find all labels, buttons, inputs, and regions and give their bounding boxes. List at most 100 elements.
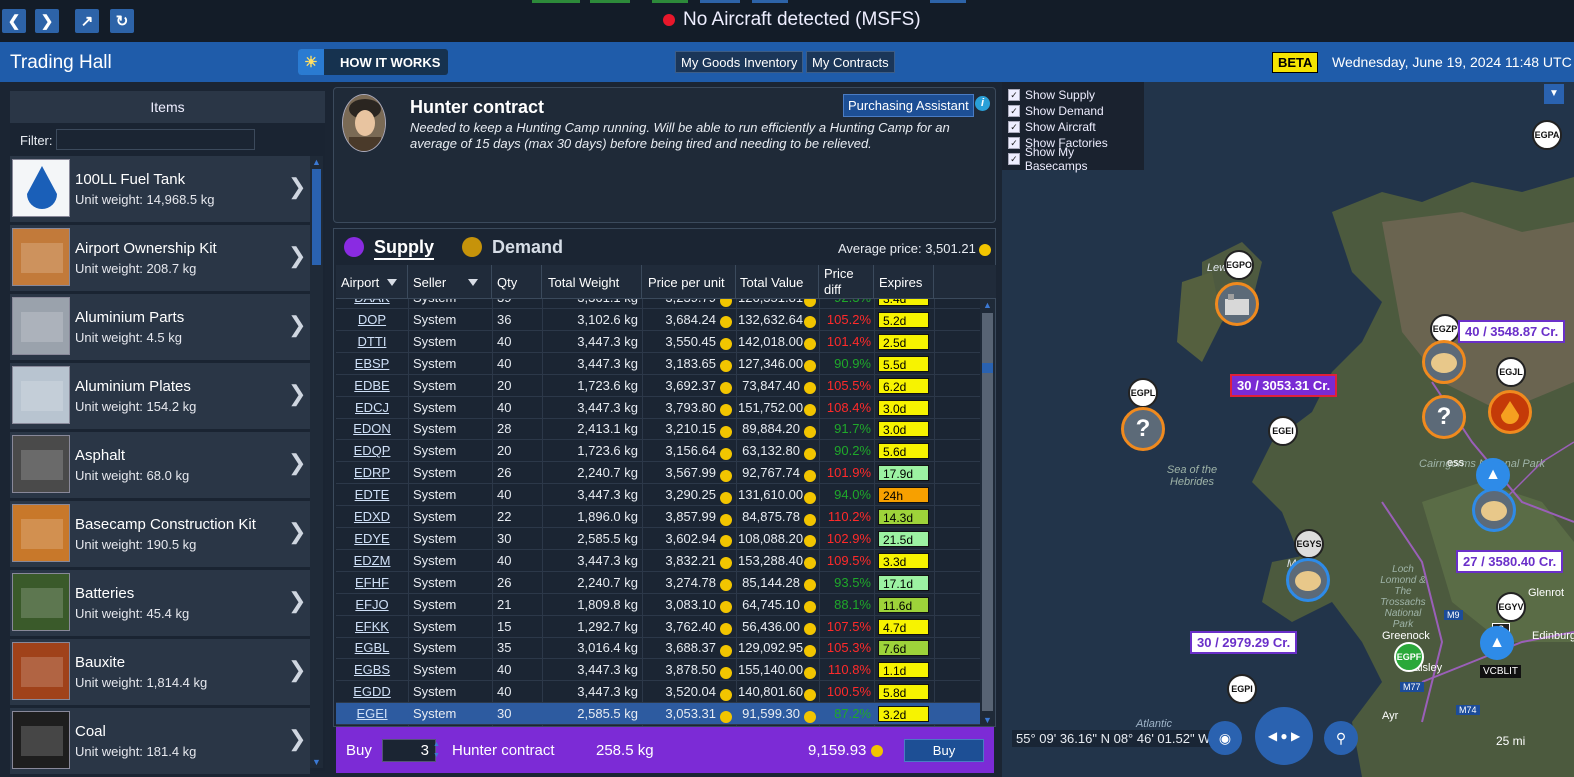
how-it-works-button[interactable]: ☀ HOW IT WORKS [298,49,448,75]
supply-marker[interactable] [1286,558,1330,602]
tab-supply[interactable]: Supply [374,237,435,260]
map-option[interactable]: ✓ Show Aircraft [1008,119,1138,135]
table-row[interactable]: EBSP System 40 3,447.3 kg 3,183.65 127,346.00… [336,353,980,375]
price-tag[interactable]: 40 / 3548.87 Cr. [1458,320,1566,343]
checkbox-checked-icon[interactable]: ✓ [1008,89,1020,101]
my-contracts-button[interactable]: My Contracts [806,51,895,73]
back-icon[interactable]: ❮ [2,9,26,33]
table-row[interactable]: EDYE System 30 2,585.5 kg 3,602.94 108,088.20… [336,528,980,550]
table-row[interactable]: EFHF System 26 2,240.7 kg 3,274.78 85,144.28 9… [336,572,980,594]
checkbox-checked-icon[interactable]: ✓ [1008,137,1020,149]
refresh-icon[interactable]: ↻ [110,9,134,33]
basecamp-icon[interactable]: ▲ [1476,458,1510,492]
checkbox-checked-icon[interactable]: ✓ [1008,153,1020,165]
info-icon[interactable]: i [975,96,990,111]
table-row[interactable]: EDBE System 20 1,723.6 kg 3,692.37 73,847.40 1… [336,375,980,397]
list-item[interactable]: Airport Ownership Kit Unit weight: 208.7 … [10,225,310,291]
map-pan-control[interactable]: ◀ ● ▶ [1255,707,1313,765]
list-item[interactable]: Batteries Unit weight: 45.4 kg ❯ [10,570,310,636]
airport-link[interactable]: EGEI [336,706,408,721]
scroll-down-icon[interactable]: ▼ [980,714,995,726]
airport-node-egjl[interactable]: EGJL [1496,357,1526,387]
table-row[interactable]: EDZM System 40 3,447.3 kg 3,832.21 153,288.40… [336,550,980,572]
chevron-right-icon[interactable]: ❯ [288,174,306,200]
filter-icon[interactable] [387,278,398,286]
table-row[interactable]: EDTE System 40 3,447.3 kg 3,290.25 131,610.00… [336,484,980,507]
map-option[interactable]: ✓ Show Supply [1008,87,1138,103]
scroll-up-icon[interactable]: ▲ [310,156,323,168]
airport-link[interactable]: EFKK [336,619,408,634]
airport-link[interactable]: DAAK [336,299,408,305]
table-row[interactable]: EDON System 28 2,413.1 kg 3,210.15 89,884.20 9… [336,418,980,441]
airport-node-egei[interactable]: EGEI [1268,416,1298,446]
table-row[interactable]: EGBL System 35 3,016.4 kg 3,688.37 129,092.95… [336,637,980,660]
quantity-stepper[interactable]: 3 [382,739,436,762]
scroll-up-icon[interactable]: ▲ [980,299,995,311]
eye-icon[interactable]: ◉ [1208,721,1242,755]
airport-link[interactable]: EGBS [336,662,408,677]
airport-link[interactable]: EDCJ [336,400,408,415]
table-row[interactable]: DTTI System 40 3,447.3 kg 3,550.45 142,018.00… [336,331,980,353]
open-external-icon[interactable]: ↗ [75,9,99,33]
airport-node-egpa[interactable]: EGPA [1532,120,1562,150]
unknown-marker[interactable]: ? [1121,407,1165,451]
unknown-marker[interactable]: ? [1422,395,1466,439]
chevron-right-icon[interactable]: ❯ [288,519,306,545]
chevron-right-icon[interactable]: ❯ [288,588,306,614]
list-item[interactable]: 100LL Fuel Tank Unit weight: 14,968.5 kg ❯ [10,156,310,222]
map-option[interactable]: ✓ Show My Basecamps [1008,145,1138,173]
airport-node-egyv[interactable]: EGYV [1496,592,1526,622]
checkbox-checked-icon[interactable]: ✓ [1008,121,1020,133]
table-row[interactable]: EFKK System 15 1,292.7 kg 3,762.40 56,436.00 1… [336,616,980,638]
col-price-per-unit[interactable]: Price per unit [642,265,736,299]
supply-marker[interactable] [1422,340,1466,384]
airport-link[interactable]: EBSP [336,356,408,371]
list-item[interactable]: Aluminium Parts Unit weight: 4.5 kg ❯ [10,294,310,360]
table-row[interactable]: EGEI System 30 2,585.5 kg 3,053.31 91,599.30 8… [336,703,980,726]
airport-node-egpl[interactable]: EGPL [1128,378,1158,408]
col-total-weight[interactable]: Total Weight [542,265,642,299]
airport-link[interactable]: EDXD [336,509,408,524]
scroll-thumb[interactable] [312,169,321,265]
chevron-right-icon[interactable]: ❯ [288,312,306,338]
table-row[interactable]: EGBS System 40 3,447.3 kg 3,878.50 155,140.00… [336,659,980,682]
chevron-right-icon[interactable]: ❯ [288,381,306,407]
airport-link[interactable]: DOP [336,312,408,327]
price-tag-selected[interactable]: 30 / 3053.31 Cr. [1230,374,1338,397]
tab-demand[interactable]: Demand [492,237,563,258]
table-row[interactable]: DAAK System 39 3,361.1 kg 3,239.79 126,351.81… [336,299,980,309]
table-row[interactable]: EDXD System 22 1,896.0 kg 3,857.99 84,875.78 1… [336,506,980,528]
factory-marker[interactable] [1215,282,1259,326]
basecamp-icon[interactable]: ▲ [1480,626,1514,660]
table-row[interactable]: EDRP System 26 2,240.7 kg 3,567.99 92,767.74 1… [336,462,980,485]
list-item[interactable]: Bauxite Unit weight: 1,814.4 kg ❯ [10,639,310,705]
filter-icon[interactable] [468,278,479,286]
forward-icon[interactable]: ❯ [35,9,59,33]
filter-input[interactable] [56,129,255,150]
airport-node-egpf[interactable]: EGPF [1394,642,1424,672]
purchasing-assistant-button[interactable]: Purchasing Assistant [843,94,974,117]
airport-link[interactable]: EDON [336,421,408,436]
col-qty[interactable]: Qty [492,265,542,299]
buy-button[interactable]: Buy [904,739,984,762]
checkbox-checked-icon[interactable]: ✓ [1008,105,1020,117]
airport-link[interactable]: EGDD [336,684,408,699]
table-row[interactable]: EFJO System 21 1,809.8 kg 3,083.10 64,745.10 8… [336,594,980,616]
airport-link[interactable]: EDRP [336,465,408,480]
my-goods-button[interactable]: My Goods Inventory [675,51,804,73]
airport-link[interactable]: EFJO [336,597,408,612]
airport-node-egys[interactable]: EGYS [1294,529,1324,559]
airport-link[interactable]: EDQP [336,443,408,458]
stepper-arrows-icon[interactable]: ▲ ▼ [433,739,441,762]
chevron-right-icon[interactable]: ❯ [288,450,306,476]
airport-link[interactable]: EDZM [336,553,408,568]
col-price-diff[interactable]: Price diff [819,265,874,299]
fuel-marker[interactable] [1488,390,1532,434]
chevron-right-icon[interactable]: ❯ [288,657,306,683]
scroll-down-icon[interactable]: ▼ [310,756,323,768]
airport-link[interactable]: EDTE [336,487,408,502]
price-tag[interactable]: 27 / 3580.40 Cr. [1456,550,1564,573]
airport-link[interactable]: DTTI [336,334,408,349]
table-scrollbar[interactable]: ▲ ▼ [980,299,995,726]
list-item[interactable]: Coal Unit weight: 181.4 kg ❯ [10,708,310,774]
